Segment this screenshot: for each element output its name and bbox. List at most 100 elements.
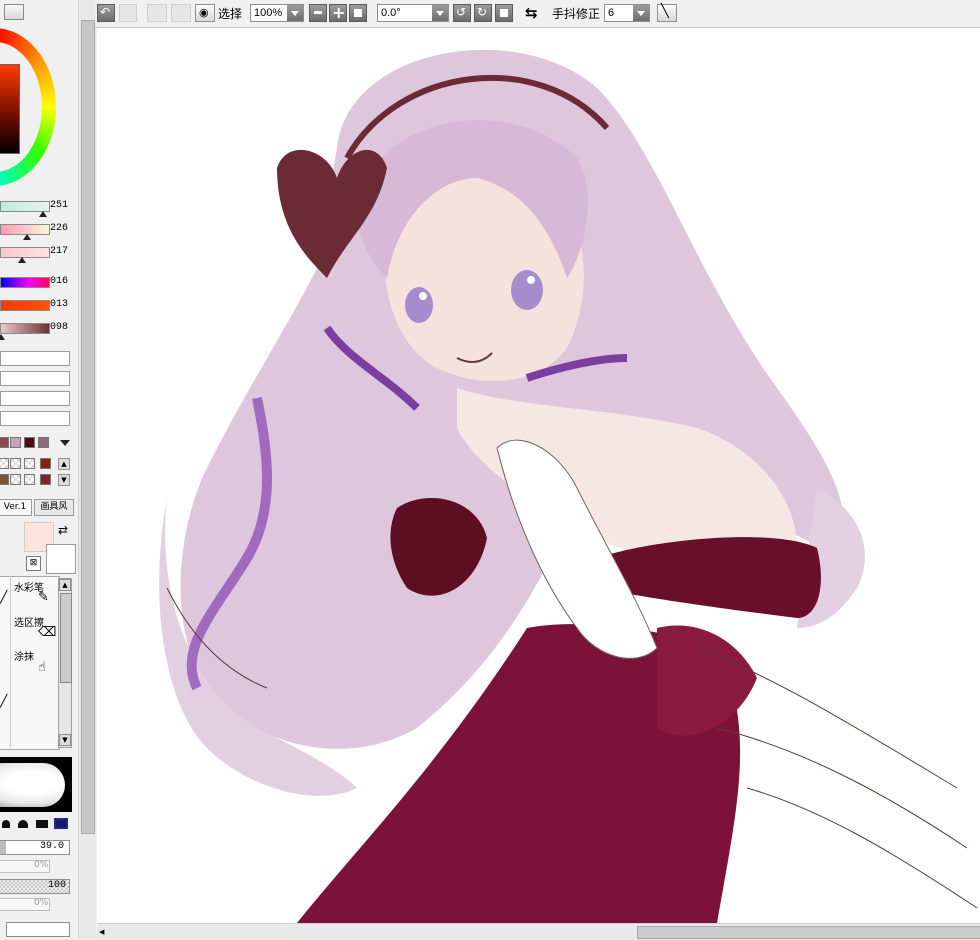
rotate-left-button[interactable]: ↺ (453, 4, 471, 22)
chevron-down-icon (287, 5, 303, 21)
redo-button[interactable] (119, 4, 137, 22)
saturation-value-square[interactable] (0, 64, 20, 154)
rotate-left-icon: ↺ (456, 5, 467, 19)
flip-icon[interactable]: ⇆ (525, 4, 538, 22)
swatch[interactable] (38, 437, 49, 448)
tool-scroll-down-icon[interactable]: ▼ (59, 734, 71, 746)
zoom-out-button[interactable] (309, 4, 327, 22)
swatch[interactable] (0, 437, 9, 448)
color-wheel-small-icon[interactable] (4, 4, 24, 20)
reset-icon (354, 9, 362, 17)
show-selection-button[interactable]: ◉ (195, 4, 215, 22)
rotation-value: 0.0° (381, 7, 401, 19)
tool-smudge[interactable]: 涂抹 (14, 648, 34, 663)
tab-ver1[interactable]: Ver.1 (0, 499, 32, 516)
swatch[interactable] (24, 458, 35, 469)
reset-icon (500, 9, 508, 17)
hue-value: 251 (50, 200, 69, 211)
min-density-value: 0% (34, 898, 49, 908)
transparent-icon[interactable]: ⊠ (26, 556, 41, 571)
scroll-left-icon[interactable]: ◀ (99, 927, 109, 937)
tool-scroll-thumb[interactable] (60, 593, 72, 683)
swatch[interactable] (10, 458, 21, 469)
brush-preset-3-icon[interactable] (36, 820, 48, 828)
zoom-value: 100% (254, 7, 283, 19)
rotate-left-icon: ↶ (100, 5, 111, 19)
brush-shape-stroke (0, 763, 65, 807)
drawing-canvas[interactable] (97, 28, 980, 923)
color-field-1[interactable] (0, 351, 70, 366)
zoom-reset-button[interactable] (349, 4, 367, 22)
swatch[interactable] (24, 437, 35, 448)
eye-left (405, 287, 433, 323)
swatch-scroll-down-icon[interactable]: ▼ (58, 474, 70, 486)
swatch-scroll-up-icon[interactable]: ▲ (58, 458, 70, 470)
eye-right-highlight (527, 276, 535, 284)
brush-preset-1-icon[interactable] (2, 820, 10, 828)
swap-colors-icon[interactable]: ⇄ (58, 524, 68, 536)
brush-preset-2-icon[interactable] (18, 820, 28, 828)
density-value: 100 (48, 880, 67, 891)
undo-button[interactable]: ↶ (97, 4, 115, 22)
green-slider[interactable] (0, 300, 50, 311)
blue-slider-thumb[interactable] (0, 334, 5, 340)
line-tool-button[interactable]: ╲ (657, 4, 677, 22)
select-eraser-icon[interactable]: ⌫ (38, 625, 56, 640)
eye-left-highlight (419, 292, 427, 300)
swatch[interactable] (40, 474, 51, 485)
pencil-tool-icon[interactable]: ╱ (0, 590, 7, 604)
red-slider[interactable] (0, 277, 50, 288)
green-value: 013 (50, 299, 69, 310)
select-label: 选择 (218, 7, 243, 21)
canvas-horizontal-scrollbar[interactable]: ◀ (97, 923, 980, 940)
swatch[interactable] (10, 437, 21, 448)
invert-selection-button[interactable] (171, 4, 191, 22)
rotation-select[interactable]: 0.0° (377, 4, 449, 22)
swatch[interactable] (24, 474, 35, 485)
toolbar: ↶ ◉ 选择 100% + 0.0° ↺ ↻ ⇆ 手抖修正 6 ╲ (95, 0, 980, 28)
chevron-down-icon (633, 5, 649, 21)
color-field-2[interactable] (0, 371, 70, 386)
stabilizer-select[interactable]: 6 (604, 4, 650, 22)
hue-slider-thumb[interactable] (39, 211, 47, 217)
secondary-color-box[interactable] (46, 544, 76, 574)
deselect-button[interactable] (147, 4, 167, 22)
size-value: 39.0 (40, 841, 65, 852)
left-panel-scrollbar[interactable] (78, 0, 96, 939)
left-panel-scroll-thumb[interactable] (81, 20, 95, 834)
swatch[interactable] (10, 474, 21, 485)
rotate-right-button[interactable]: ↻ (474, 4, 492, 22)
artwork (159, 49, 978, 923)
color-field-4[interactable] (0, 411, 70, 426)
swatch[interactable] (40, 458, 51, 469)
tool-scroll-up-icon[interactable]: ▲ (59, 579, 71, 591)
stabilizer-label: 手抖修正 (552, 7, 601, 21)
swatch-menu-arrow-icon[interactable] (60, 440, 70, 446)
canvas-scroll-thumb[interactable] (637, 926, 980, 939)
blue-value: 098 (50, 322, 69, 333)
stabilizer-value: 6 (608, 7, 615, 19)
eye-right (511, 270, 543, 310)
blue-slider[interactable] (0, 323, 50, 334)
minus-icon (314, 11, 322, 14)
red-value: 016 (50, 276, 69, 287)
zoom-select[interactable]: 100% (250, 4, 304, 22)
watercolor-brush-icon[interactable]: ✎ (38, 590, 49, 605)
tool-grid (0, 576, 60, 750)
bottom-field[interactable] (6, 922, 70, 937)
smudge-icon[interactable]: ☝ (38, 660, 46, 675)
zoom-in-button[interactable]: + (329, 3, 347, 22)
tab-mask[interactable]: 画具风 (34, 499, 74, 516)
rotation-reset-button[interactable] (495, 4, 513, 22)
brush-preset-4-icon[interactable] (54, 818, 68, 829)
swatch[interactable] (0, 474, 9, 485)
saturation-slider-thumb[interactable] (23, 234, 31, 240)
swatch[interactable] (0, 458, 9, 469)
plus-icon: + (332, 3, 346, 22)
color-field-3[interactable] (0, 391, 70, 406)
value-slider-thumb[interactable] (18, 257, 26, 263)
rotate-right-icon: ↻ (477, 5, 488, 19)
left-tool-panel: 251 226 217 016 013 098 ▲ ▼ Ver.1 画具风 ⇄ … (0, 0, 79, 939)
line-tool-icon[interactable]: ╱ (0, 694, 7, 708)
value-value: 217 (50, 246, 69, 257)
